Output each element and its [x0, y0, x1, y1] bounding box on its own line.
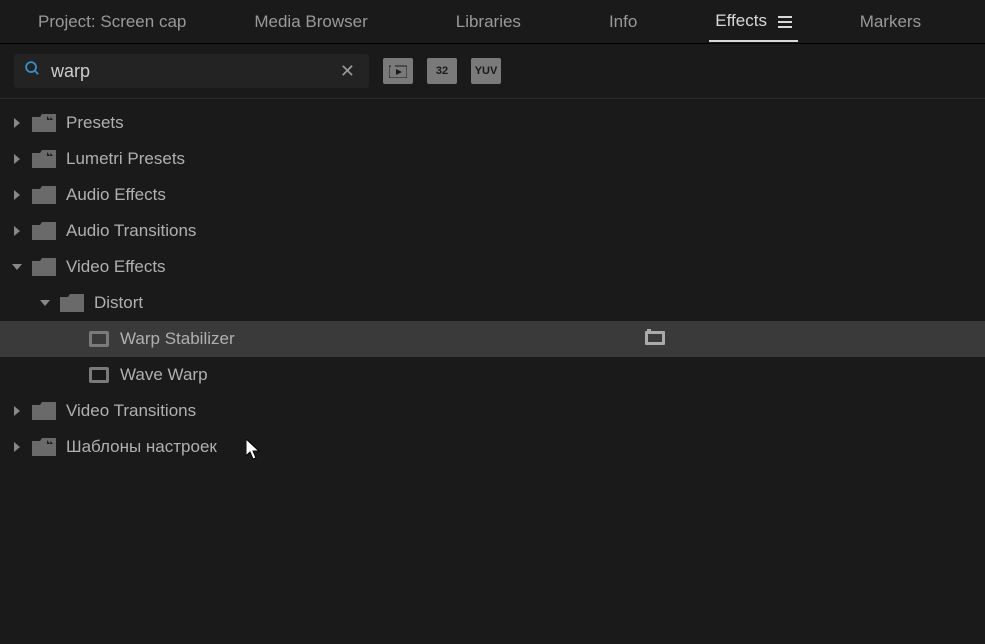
- tab-libraries[interactable]: Libraries: [432, 2, 545, 42]
- filter-yuv-button[interactable]: YUV: [471, 58, 501, 84]
- tree-folder-video-transitions[interactable]: Video Transitions: [0, 393, 985, 429]
- folder-icon: [32, 258, 56, 276]
- tree-folder-lumetri-presets[interactable]: Lumetri Presets: [0, 141, 985, 177]
- effect-icon: [88, 330, 110, 348]
- tree-folder-distort[interactable]: Distort: [0, 285, 985, 321]
- chevron-right-icon[interactable]: [8, 118, 26, 128]
- folder-icon: [32, 186, 56, 204]
- chevron-right-icon[interactable]: [8, 442, 26, 452]
- tree-folder-audio-effects[interactable]: Audio Effects: [0, 177, 985, 213]
- tree-effect-wave-warp[interactable]: Wave Warp: [0, 357, 985, 393]
- effect-icon: [88, 366, 110, 384]
- chevron-down-icon[interactable]: [36, 298, 54, 308]
- tab-project[interactable]: Project: Screen cap: [14, 2, 210, 42]
- filter-accelerated-button[interactable]: [383, 58, 413, 84]
- search-icon: [24, 60, 41, 82]
- tree-folder-video-effects[interactable]: Video Effects: [0, 249, 985, 285]
- tree-label: Lumetri Presets: [66, 149, 185, 169]
- chevron-right-icon[interactable]: [8, 226, 26, 236]
- search-filter-row: ✕ 32 YUV: [0, 44, 985, 99]
- search-box[interactable]: ✕: [14, 54, 369, 88]
- tree-label: Presets: [66, 113, 124, 133]
- folder-icon: [32, 402, 56, 420]
- tree-folder-templates[interactable]: Шаблоны настроек: [0, 429, 985, 465]
- tree-label: Distort: [94, 293, 143, 313]
- tree-label: Video Transitions: [66, 401, 196, 421]
- tree-folder-presets[interactable]: Presets: [0, 105, 985, 141]
- tree-folder-audio-transitions[interactable]: Audio Transitions: [0, 213, 985, 249]
- tree-effect-warp-stabilizer[interactable]: Warp Stabilizer: [0, 321, 985, 357]
- preset-folder-icon: [32, 438, 56, 456]
- accelerated-badge-icon: [645, 329, 665, 350]
- folder-icon: [32, 222, 56, 240]
- preset-folder-icon: [32, 114, 56, 132]
- tab-markers[interactable]: Markers: [836, 2, 945, 42]
- tree-label: Audio Effects: [66, 185, 166, 205]
- chevron-right-icon[interactable]: [8, 154, 26, 164]
- tree-label: Video Effects: [66, 257, 166, 277]
- panel-tab-bar: Project: Screen cap Media Browser Librar…: [0, 0, 985, 44]
- chevron-right-icon[interactable]: [8, 406, 26, 416]
- search-input[interactable]: [51, 61, 336, 82]
- tab-effects-label: Effects: [715, 11, 767, 30]
- tree-label: Warp Stabilizer: [120, 329, 235, 349]
- chevron-right-icon[interactable]: [8, 190, 26, 200]
- filter-32bit-button[interactable]: 32: [427, 58, 457, 84]
- effects-tree: Presets Lumetri Presets Audio Effects Au…: [0, 99, 985, 465]
- folder-icon: [60, 294, 84, 312]
- chevron-down-icon[interactable]: [8, 262, 26, 272]
- tab-media-browser[interactable]: Media Browser: [230, 2, 391, 42]
- clear-search-icon[interactable]: ✕: [336, 61, 359, 82]
- tree-label: Wave Warp: [120, 365, 208, 385]
- tab-effects[interactable]: Effects: [691, 1, 815, 42]
- preset-folder-icon: [32, 150, 56, 168]
- tree-label: Шаблоны настроек: [66, 437, 217, 457]
- tree-label: Audio Transitions: [66, 221, 196, 241]
- tab-info[interactable]: Info: [585, 2, 661, 42]
- panel-menu-icon[interactable]: [778, 12, 792, 32]
